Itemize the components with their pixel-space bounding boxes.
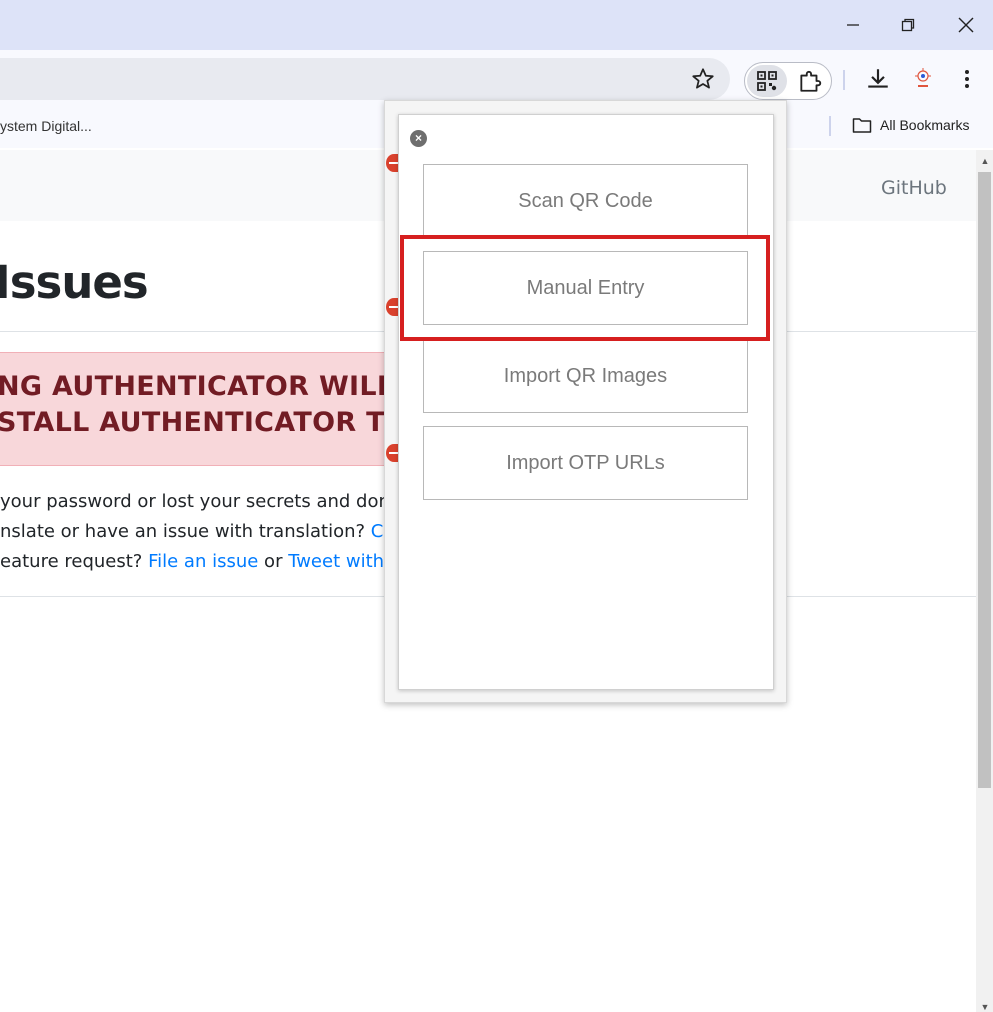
close-icon: [958, 17, 974, 33]
menu-dot-icon: [965, 77, 969, 81]
extensions-menu-button[interactable]: [797, 68, 825, 94]
avatar-icon: [915, 68, 931, 87]
file-issue-link[interactable]: File an issue: [148, 551, 258, 572]
folder-icon: [852, 118, 872, 133]
import-otp-urls-button[interactable]: Import OTP URLs: [423, 426, 748, 500]
alert-line-2: STALL AUTHENTICATOR TO I: [0, 407, 429, 438]
page-title: Issues: [0, 256, 149, 309]
scan-qr-code-button[interactable]: Scan QR Code: [423, 164, 748, 238]
scroll-up-icon[interactable]: ▲: [979, 156, 991, 166]
puzzle-icon: [800, 70, 822, 92]
qr-code-icon: [757, 71, 777, 91]
bookmark-star-button[interactable]: [690, 66, 716, 92]
extensions-group: [744, 62, 832, 100]
highlight-box: [400, 235, 770, 341]
star-icon: [692, 68, 714, 89]
close-menu-button[interactable]: ×: [410, 130, 427, 147]
scroll-down-icon[interactable]: ▼: [979, 1002, 991, 1012]
toolbar-separator: [843, 70, 845, 90]
paragraph-translation: nslate or have an issue with translation…: [0, 521, 406, 542]
alert-line-1: NG AUTHENTICATOR WILL CI: [0, 371, 435, 402]
menu-dot-icon: [965, 84, 969, 88]
minimize-button[interactable]: [838, 10, 868, 40]
downloads-button[interactable]: [865, 66, 891, 97]
all-bookmarks-label: All Bookmarks: [880, 117, 970, 133]
minimize-icon: [847, 24, 859, 26]
profile-avatar[interactable]: [910, 66, 936, 92]
browser-menu-button[interactable]: [956, 66, 978, 92]
nav-github-link[interactable]: GitHub: [881, 177, 947, 199]
window-titlebar: [0, 0, 993, 50]
warning-alert: NG AUTHENTICATOR WILL CI STALL AUTHENTIC…: [0, 352, 434, 466]
restore-icon: [901, 18, 915, 32]
restore-button[interactable]: [893, 10, 923, 40]
paragraph-password: your password or lost your secrets and d…: [0, 491, 390, 512]
all-bookmarks-button[interactable]: All Bookmarks: [852, 116, 969, 134]
close-window-button[interactable]: [951, 10, 981, 40]
import-qr-images-button[interactable]: Import QR Images: [423, 339, 748, 413]
scrollbar-thumb[interactable]: [978, 172, 991, 788]
download-icon: [868, 69, 888, 88]
translation-text: nslate or have an issue with translation…: [0, 521, 371, 542]
paragraph-feature-request: eature request? File an issue or Tweet w…: [0, 551, 408, 572]
or-text: or: [258, 551, 289, 572]
feature-request-text: eature request?: [0, 551, 149, 572]
menu-dot-icon: [965, 70, 969, 74]
address-bar[interactable]: [0, 58, 730, 100]
authenticator-extension-button[interactable]: [747, 65, 787, 97]
bookmarks-separator: [829, 116, 831, 136]
bookmark-item[interactable]: ystem Digital...: [0, 118, 92, 134]
